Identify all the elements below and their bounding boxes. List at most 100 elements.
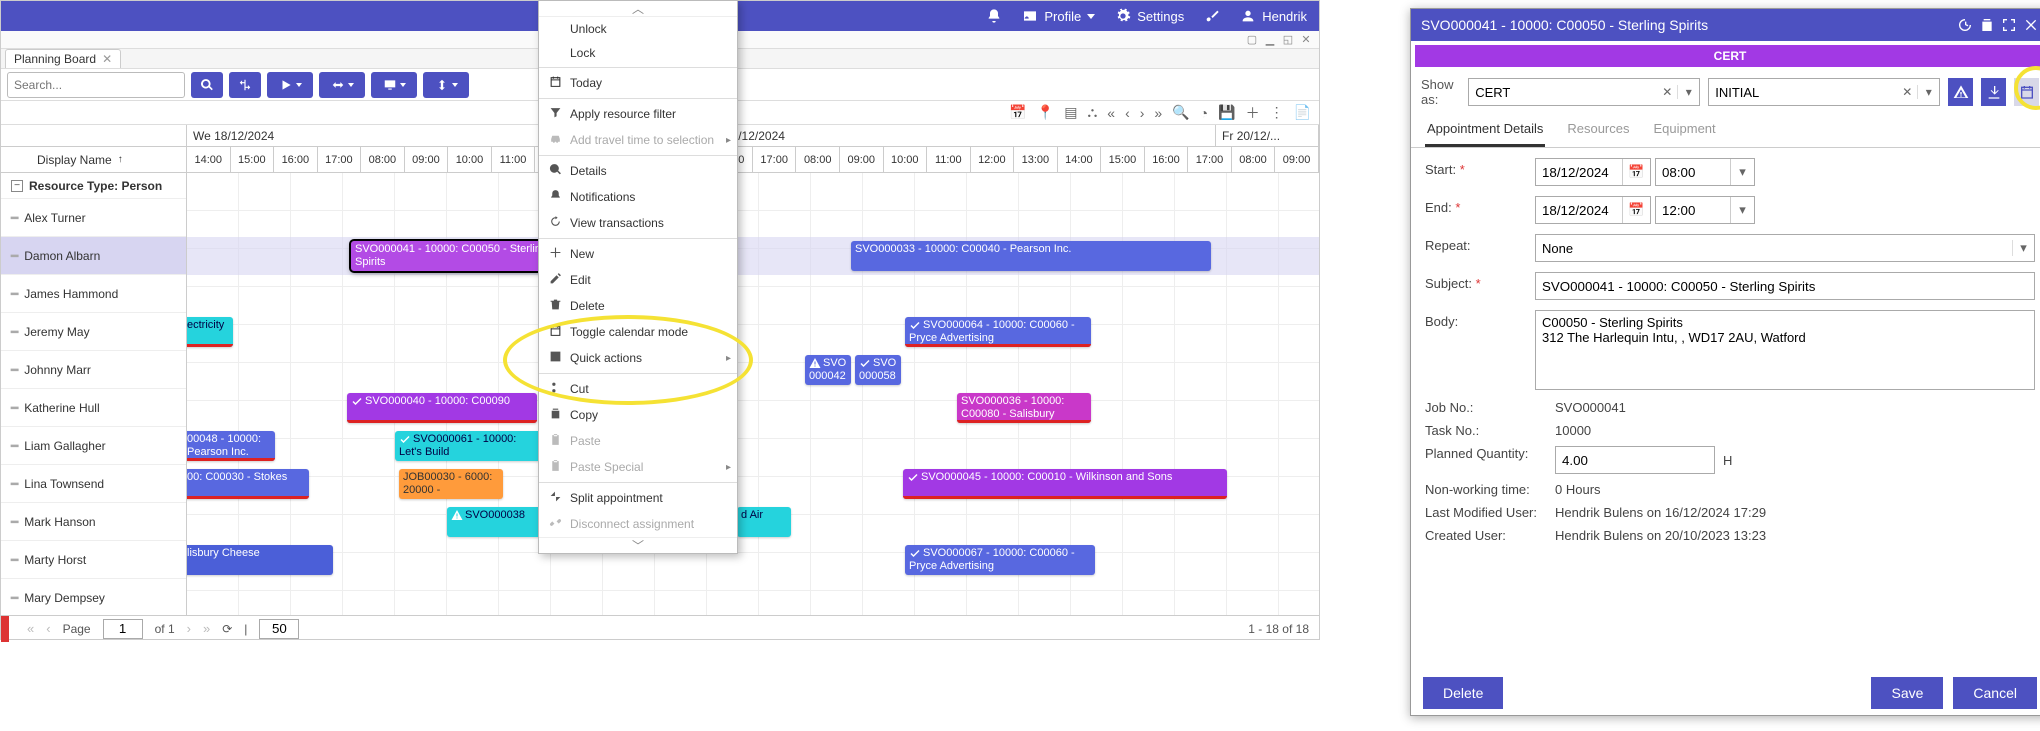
network-icon[interactable]: ⛬ [1087, 104, 1097, 121]
hour-header[interactable]: 17:00 [318, 147, 362, 173]
resource-row[interactable]: ━Alex Turner [1, 199, 186, 237]
appointment[interactable]: 00: C00030 - Stokes [187, 469, 309, 499]
start-time-input[interactable] [1656, 159, 1730, 185]
show-as-input[interactable] [1469, 85, 1657, 100]
tab-equipment[interactable]: Equipment [1651, 113, 1717, 147]
pager-page-input[interactable] [103, 619, 143, 639]
tab-appointment-details[interactable]: Appointment Details [1425, 113, 1545, 147]
end-time-input[interactable] [1656, 197, 1730, 223]
hour-header[interactable]: 09:00 [405, 147, 449, 173]
profile-menu[interactable]: Profile [1022, 8, 1095, 24]
notifications-button[interactable] [986, 8, 1002, 24]
drag-handle-icon[interactable]: ━ [11, 515, 16, 529]
appointment[interactable]: SVO000067 - 10000: C00060 - Pryce Advert… [905, 545, 1095, 575]
prev-icon[interactable]: ‹ [1125, 105, 1130, 121]
settings-button[interactable]: Settings [1115, 8, 1184, 24]
resource-row[interactable]: ━Marty Horst [1, 541, 186, 579]
pager-refresh-icon[interactable]: ⟳ [222, 622, 232, 636]
pager-next[interactable]: › [187, 621, 191, 636]
delete-button[interactable]: Delete [1423, 677, 1503, 709]
hour-header[interactable]: 15:00 [1101, 147, 1145, 173]
save-button[interactable]: Save [1871, 677, 1943, 709]
menu-item-details[interactable]: Details [539, 158, 737, 184]
hour-header[interactable]: 10:00 [448, 147, 492, 173]
pager-first[interactable]: « [27, 621, 34, 636]
brush-button[interactable] [1204, 8, 1220, 24]
hour-header[interactable]: 08:00 [1232, 147, 1276, 173]
resource-row[interactable]: ━Katherine Hull [1, 389, 186, 427]
appointment[interactable]: JOB00030 - 6000: 20000 - [399, 469, 503, 499]
appointment[interactable]: d Air [737, 507, 791, 537]
menu-item-new[interactable]: New [539, 241, 737, 267]
planq-input[interactable] [1555, 446, 1715, 474]
hour-header[interactable]: 08:00 [796, 147, 840, 173]
history-icon[interactable] [1957, 17, 1973, 33]
appointment[interactable]: SVO 000058 [855, 355, 901, 385]
menu-item-unlock[interactable]: Unlock [539, 17, 737, 41]
drag-handle-icon[interactable]: ━ [11, 439, 16, 453]
hour-header[interactable]: 16:00 [1145, 147, 1189, 173]
appointment[interactable]: lisbury Cheese [187, 545, 333, 575]
resource-row[interactable]: ━Jeremy May [1, 313, 186, 351]
appointment[interactable]: SVO000036 - 10000: C00080 - Salisbury [957, 393, 1091, 423]
appointment[interactable]: SVO000064 - 10000: C00060 - Pryce Advert… [905, 317, 1091, 347]
menu-item-cut[interactable]: Cut [539, 376, 737, 402]
search-button[interactable] [191, 72, 223, 98]
resource-row[interactable]: ━Mark Hanson [1, 503, 186, 541]
drag-handle-icon[interactable]: ━ [11, 249, 16, 263]
hour-header[interactable]: 12:00 [971, 147, 1015, 173]
tab-close-icon[interactable]: ✕ [102, 52, 112, 66]
hour-header[interactable]: 17:00 [753, 147, 797, 173]
hour-header[interactable]: 17:00 [1188, 147, 1232, 173]
appointment[interactable]: SVO000061 - 10000: Let's Build [395, 431, 541, 461]
cancel-button[interactable]: Cancel [1953, 677, 2037, 709]
copy-icon[interactable] [1979, 17, 1995, 33]
drag-handle-icon[interactable]: ━ [11, 287, 16, 301]
hour-header[interactable]: 16:00 [274, 147, 318, 173]
appointment[interactable]: SVO000040 - 10000: C00090 [347, 393, 537, 423]
resource-group-row[interactable]: − Resource Type: Person [1, 173, 186, 199]
close-window-icon[interactable]: ✕ [1299, 33, 1313, 47]
resource-row[interactable]: ━Liam Gallagher [1, 427, 186, 465]
end-date-field[interactable]: 📅 [1535, 196, 1651, 224]
chevron-down-icon[interactable]: ▾ [2012, 240, 2034, 256]
resource-row[interactable]: ━Mary Dempsey [1, 579, 186, 615]
clear-icon[interactable]: ✕ [1657, 85, 1677, 99]
day-header[interactable]: Fr 20/12/... [1216, 125, 1319, 146]
drag-handle-icon[interactable]: ━ [11, 401, 16, 415]
calendar-mode-button[interactable] [2014, 78, 2039, 106]
last-icon[interactable]: » [1154, 105, 1162, 121]
pager-prev[interactable]: ‹ [46, 621, 50, 636]
chevron-down-icon[interactable]: ▾ [1917, 85, 1939, 99]
menu-item-notifications[interactable]: Notifications [539, 184, 737, 210]
zoom-icon[interactable]: 🔍 [1172, 104, 1189, 121]
hour-header[interactable]: 09:00 [840, 147, 884, 173]
pager-last[interactable]: » [203, 621, 210, 636]
hour-header[interactable]: 14:00 [1058, 147, 1102, 173]
menu-item-split-appointment[interactable]: Split appointment [539, 485, 737, 511]
display-name-header[interactable]: Display Name ↑ [1, 147, 186, 173]
collapse-icon[interactable]: − [11, 180, 23, 192]
pin-icon[interactable]: 📍 [1037, 104, 1054, 121]
subject-input[interactable] [1535, 272, 2035, 300]
menu-item-today[interactable]: Today [539, 70, 737, 96]
start-date-field[interactable]: 📅 [1535, 158, 1651, 186]
repeat-combo[interactable]: ▾ [1535, 234, 2035, 262]
menu-scroll-down[interactable]: ﹀ [539, 537, 737, 553]
menu-item-edit[interactable]: Edit [539, 267, 737, 293]
chart-icon[interactable]: ▤ [1064, 104, 1077, 121]
calendar-icon[interactable]: 📅 [1622, 197, 1650, 223]
appointment[interactable]: ectricity [187, 317, 233, 347]
drag-handle-icon[interactable]: ━ [11, 211, 16, 225]
next-icon[interactable]: › [1140, 105, 1145, 121]
menu-scroll-up[interactable]: ︿ [539, 1, 737, 17]
drag-handle-icon[interactable]: ━ [11, 591, 16, 605]
hour-header[interactable]: 13:00 [1014, 147, 1058, 173]
width-menu[interactable] [319, 72, 365, 98]
fit-button[interactable] [229, 72, 261, 98]
drag-handle-icon[interactable]: ━ [11, 477, 16, 491]
clear-icon[interactable]: ✕ [1897, 85, 1917, 99]
appointment[interactable]: SVO000045 - 10000: C00010 - Wilkinson an… [903, 469, 1227, 499]
doc-icon[interactable]: 📄 [1294, 104, 1311, 121]
hour-header[interactable]: 14:00 [187, 147, 231, 173]
